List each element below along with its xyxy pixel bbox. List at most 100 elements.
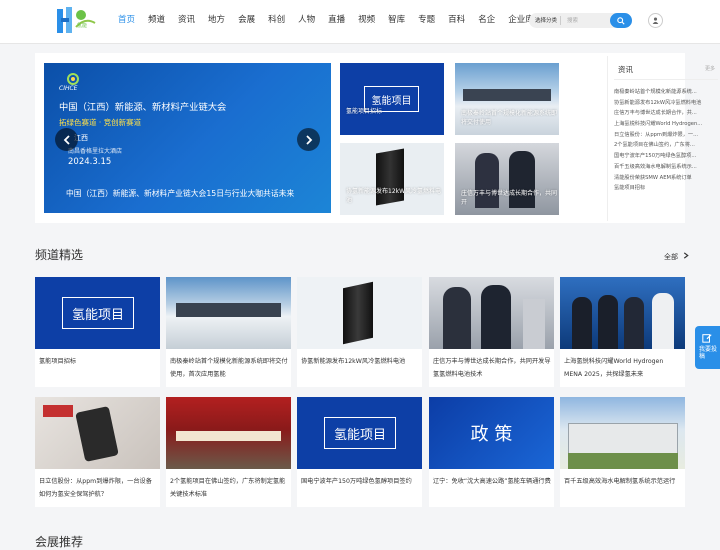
nav-item[interactable]: 科创 xyxy=(262,0,291,40)
news-item[interactable]: 上海氢锐科技闪耀World Hydrogen... xyxy=(614,119,714,130)
search-category-select[interactable]: 选择分类 xyxy=(535,16,557,24)
news-title: 资讯 xyxy=(618,65,633,74)
person-graphic xyxy=(598,295,618,349)
station-graphic xyxy=(463,89,551,101)
logo-text: 氢能 xyxy=(77,23,88,29)
card-title: 百千五级高效海水电解制氢系统示范运行 xyxy=(564,478,676,485)
user-button[interactable] xyxy=(648,13,663,28)
submit-article-label: 我要投稿 xyxy=(699,346,718,360)
label-graphic xyxy=(43,405,73,417)
logo-mark-icon xyxy=(57,7,96,33)
equipment-graphic xyxy=(523,299,545,349)
card-box-text: 氢能项目 xyxy=(62,297,134,329)
thumb-hydrogen-project[interactable]: 氢能项目 氢能项目招标 xyxy=(340,63,444,135)
card-title: 庄信万丰与博世达成长期合作，共同开发导氢氢燃料电池技术 xyxy=(433,358,551,378)
channel-card[interactable]: 百千五级高效海水电解制氢系统示范运行 xyxy=(560,397,685,507)
site-header: 氢能 首页 频道 资讯 地方 会展 科创 人物 直播 视频 智库 专题 百科 名企 企业库 选择分类 搜索 xyxy=(0,0,720,44)
thumb-fuel-cell[interactable]: 协氢新能源发布12kW风冷氢燃料电池 xyxy=(340,143,444,215)
person-graphic xyxy=(652,293,674,349)
nav-item[interactable]: 直播 xyxy=(322,0,351,40)
card-title: 日立信股份：从ppm到爆炸限，一台设备如何为氢安全保驾护航？ xyxy=(39,478,152,498)
slide-badge: CIHCE xyxy=(59,85,78,92)
nav-item[interactable]: 人物 xyxy=(292,0,321,40)
bottom-section-title: 会展推荐 xyxy=(35,535,84,549)
channel-card[interactable]: 庄信万丰与博世达成长期合作，共同开发导氢氢燃料电池技术 xyxy=(429,277,554,387)
slide-title: 中国（江西）新能源、新材料产业链大会 xyxy=(59,102,227,113)
news-item[interactable]: 百千五级高效海水电解制氢系统示... xyxy=(614,162,714,173)
news-item[interactable]: 协氢新能源发布12kW风冷氢燃料电池 xyxy=(614,98,714,109)
thumb-caption: 庄信万丰与博世达成长期合作，共同开 xyxy=(461,190,558,206)
nav-item[interactable]: 专题 xyxy=(412,0,441,40)
slide-date: 2024.3.15 xyxy=(68,157,112,167)
edit-icon xyxy=(702,334,712,343)
building-graphic xyxy=(568,423,678,455)
news-item[interactable]: 南极秦岭站首个规模化新能源系统... xyxy=(614,87,714,98)
thumb-caption: 协氢新能源发布12kW风冷氢燃料电池 xyxy=(346,188,442,204)
user-icon xyxy=(652,17,659,24)
news-item[interactable]: 日立信股份：从ppm到爆炸限，一... xyxy=(614,130,714,141)
search-bar[interactable]: 选择分类 搜索 xyxy=(529,13,632,28)
nav-item[interactable]: 名企 xyxy=(472,0,501,40)
card-title: 上海氢锐科技闪耀World Hydrogen MENA 2025，共探绿氢未来 xyxy=(564,358,664,378)
news-item[interactable]: 清能股份荣获SMW AEM系统订单 xyxy=(614,173,714,184)
nav-item[interactable]: 首页 xyxy=(112,0,141,40)
news-item[interactable]: 庄信万丰与博世达成长期合作，共... xyxy=(614,108,714,119)
channel-card[interactable]: 氢能项目 氢能项目招标 xyxy=(35,277,160,387)
nav-item[interactable]: 智库 xyxy=(382,0,411,40)
news-item[interactable]: 2个氢能项目在佛山签约，广东将... xyxy=(614,140,714,151)
thumb-antarctic-station[interactable]: 南极秦岭站首个规模化新能源系统即将交付使用 xyxy=(455,63,559,135)
card-image: 氢能项目 xyxy=(297,397,422,469)
person-graphic xyxy=(572,297,592,349)
person-graphic xyxy=(624,297,644,349)
site-logo[interactable]: 氢能 xyxy=(57,5,99,37)
main-nav: 首页 频道 资讯 地方 会展 科创 人物 直播 视频 智库 专题 百科 名企 企业库 xyxy=(112,0,541,40)
channel-card[interactable]: 协氢新能源发布12kW风冷氢燃料电池 xyxy=(297,277,422,387)
nav-item[interactable]: 频道 xyxy=(142,0,171,40)
channel-card[interactable]: 氢能项目 国电宁波年产150万吨绿色氢醇项目签约 xyxy=(297,397,422,507)
thumb-caption: 南极秦岭站首个规模化新能源系统即将交付使用 xyxy=(461,110,558,126)
nav-item[interactable]: 会展 xyxy=(232,0,261,40)
hero-slide[interactable]: CIHCE 中国（江西）新能源、新材料产业链大会 拓绿色赛道 · 竞创新赛道 江… xyxy=(44,63,331,213)
card-image xyxy=(560,397,685,469)
news-item[interactable]: 氢能项目招标 xyxy=(614,183,714,194)
card-image xyxy=(560,277,685,349)
nav-item[interactable]: 百科 xyxy=(442,0,471,40)
thumb-partnership[interactable]: 庄信万丰与博世达成长期合作，共同开 xyxy=(455,143,559,215)
news-divider xyxy=(614,79,718,80)
news-panel: 资讯 更多 南极秦岭站首个规模化新能源系统... 协氢新能源发布12kW风冷氢燃料… xyxy=(607,56,718,221)
channel-card[interactable]: 南极秦岭站首个规模化新能源系统即将交付使用，首次应用氢能 xyxy=(166,277,291,387)
card-image xyxy=(166,277,291,349)
card-title: 辽宁：免收“沈大高速公路”氢能车辆通行费 xyxy=(433,478,551,485)
card-image xyxy=(429,277,554,349)
nav-item[interactable]: 视频 xyxy=(352,0,381,40)
nav-item[interactable]: 资讯 xyxy=(172,0,201,40)
view-all-link[interactable]: 全部 xyxy=(664,252,689,262)
person-graphic xyxy=(443,287,471,349)
section-title: 频道精选 xyxy=(35,248,84,262)
slide-prev-button[interactable] xyxy=(55,128,78,151)
submit-article-button[interactable]: 我要投稿 xyxy=(695,326,720,369)
search-button[interactable] xyxy=(610,13,632,28)
nav-item[interactable]: 地方 xyxy=(202,0,231,40)
signing-table-graphic xyxy=(176,431,281,441)
channel-card[interactable]: 2个氢能项目在佛山签约，广东将制定氢能关键技术标准 xyxy=(166,397,291,507)
news-item[interactable]: 国电宁波年产150万吨绿色氢醇项... xyxy=(614,151,714,162)
slide-subtitle: 拓绿色赛道 · 竞创新赛道 xyxy=(59,118,142,127)
card-image: 政 策 xyxy=(429,397,554,469)
detector-graphic xyxy=(75,406,119,462)
slide-next-button[interactable] xyxy=(297,128,320,151)
card-box-text: 氢能项目 xyxy=(324,417,396,449)
channel-card[interactable]: 日立信股份：从ppm到爆炸限，一台设备如何为氢安全保驾护航？ xyxy=(35,397,160,507)
channel-card[interactable]: 上海氢锐科技闪耀World Hydrogen MENA 2025，共探绿氢未来 xyxy=(560,277,685,387)
channel-card[interactable]: 政 策 辽宁：免收“沈大高速公路”氢能车辆通行费 xyxy=(429,397,554,507)
card-title: 协氢新能源发布12kW风冷氢燃料电池 xyxy=(301,358,406,365)
policy-text: 政 策 xyxy=(470,424,513,445)
search-input[interactable]: 搜索 xyxy=(567,16,578,24)
news-list: 南极秦岭站首个规模化新能源系统... 协氢新能源发布12kW风冷氢燃料电池 庄信万丰… xyxy=(614,87,714,194)
chevron-left-icon xyxy=(63,134,70,145)
slide-caption: 中国（江西）新能源、新材料产业链大会15日与行业大咖共话未来 xyxy=(66,189,295,198)
slide-venue: 南昌香格里拉大酒店 xyxy=(68,148,123,155)
card-title: 2个氢能项目在佛山签约，广东将制定氢能关键技术标准 xyxy=(170,478,286,498)
news-more-link[interactable]: 更多 xyxy=(705,65,715,72)
card-image xyxy=(35,397,160,469)
